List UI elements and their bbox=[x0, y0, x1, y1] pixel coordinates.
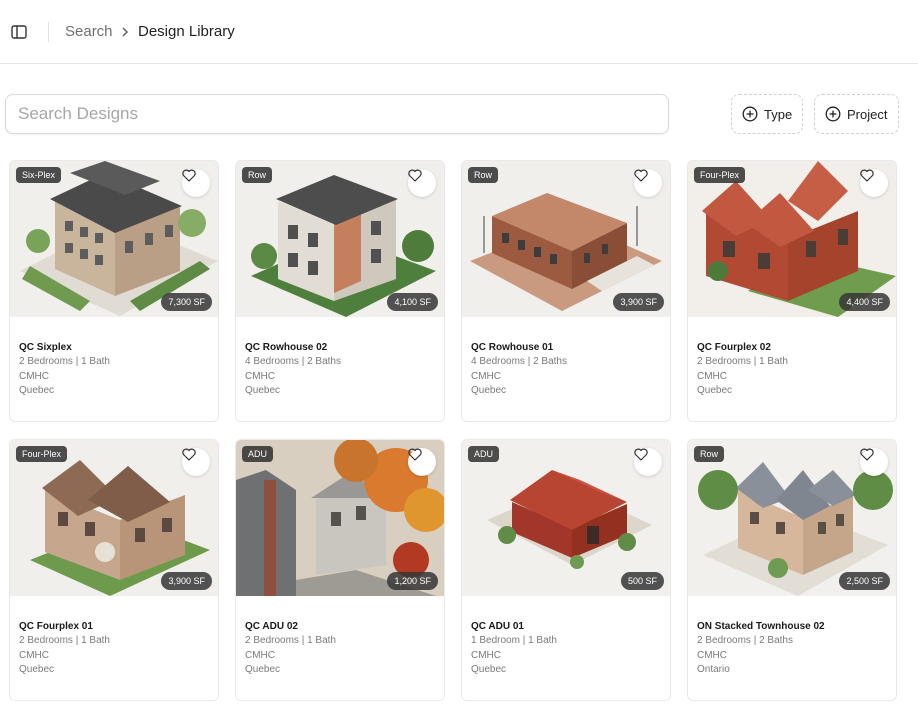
design-program: CMHC bbox=[471, 649, 501, 661]
design-program: CMHC bbox=[245, 649, 275, 661]
favorite-button[interactable] bbox=[860, 448, 888, 476]
design-rooms: 2 Bedrooms | 1 Bath bbox=[19, 635, 110, 646]
design-title: ON Stacked Townhouse 02 bbox=[697, 621, 825, 632]
design-rendering: Row 4,100 SF bbox=[236, 161, 444, 317]
design-card[interactable]: Row 3,900 SF QC Rowhouse 01 4 Bedrooms |… bbox=[461, 160, 671, 422]
design-program: CMHC bbox=[471, 370, 501, 382]
type-badge: Row bbox=[694, 446, 725, 462]
heart-icon bbox=[860, 448, 874, 461]
heart-icon bbox=[182, 169, 196, 182]
design-card[interactable]: Six-Plex 7,300 SF QC Sixplex 2 Bedrooms … bbox=[9, 160, 219, 422]
favorite-button[interactable] bbox=[860, 169, 888, 197]
type-filter-label: Type bbox=[764, 106, 793, 122]
favorite-button[interactable] bbox=[634, 448, 662, 476]
type-filter-button[interactable]: Type bbox=[731, 94, 803, 134]
favorite-button[interactable] bbox=[408, 448, 436, 476]
type-badge: ADU bbox=[468, 446, 500, 462]
design-card[interactable]: ADU 1,200 SF QC ADU 02 2 Bedrooms | 1 Ba… bbox=[235, 439, 445, 701]
design-rendering: Four-Plex 4,400 SF bbox=[688, 161, 896, 317]
top-bar: Search Design Library bbox=[0, 0, 918, 64]
design-rooms: 2 Bedrooms | 1 Bath bbox=[19, 356, 110, 367]
type-badge: Row bbox=[242, 167, 273, 183]
design-card[interactable]: Row 2,500 SF ON Stacked Townhouse 02 2 B… bbox=[687, 439, 897, 701]
type-badge: Four-Plex bbox=[16, 446, 68, 462]
plus-circle-icon bbox=[825, 106, 841, 122]
area-badge: 2,500 SF bbox=[839, 572, 890, 590]
area-badge: 4,400 SF bbox=[839, 293, 890, 311]
favorite-button[interactable] bbox=[182, 448, 210, 476]
design-rooms: 2 Bedrooms | 1 Bath bbox=[697, 356, 788, 367]
area-badge: 4,100 SF bbox=[387, 293, 438, 311]
area-badge: 500 SF bbox=[620, 572, 664, 590]
design-title: QC ADU 02 bbox=[245, 621, 298, 632]
heart-icon bbox=[182, 448, 196, 461]
design-card[interactable]: ADU 500 SF QC ADU 01 1 Bedroom | 1 Bath … bbox=[461, 439, 671, 701]
design-title: QC Rowhouse 02 bbox=[245, 342, 328, 353]
breadcrumb-search-link[interactable]: Search bbox=[65, 22, 113, 42]
heart-icon bbox=[634, 169, 648, 182]
heart-icon bbox=[408, 448, 422, 461]
heart-icon bbox=[408, 169, 422, 182]
design-rendering: ADU 1,200 SF bbox=[236, 440, 444, 596]
heart-icon bbox=[634, 448, 648, 461]
design-program: CMHC bbox=[19, 649, 49, 661]
design-title: QC Fourplex 02 bbox=[697, 342, 771, 353]
design-region: Quebec bbox=[19, 664, 55, 676]
design-rooms: 1 Bedroom | 1 Bath bbox=[471, 635, 557, 646]
type-badge: Four-Plex bbox=[694, 167, 746, 183]
design-rooms: 4 Bedrooms | 2 Baths bbox=[245, 356, 341, 367]
design-region: Quebec bbox=[245, 385, 281, 397]
favorite-button[interactable] bbox=[408, 169, 436, 197]
breadcrumb-current-page: Design Library bbox=[138, 23, 235, 40]
plus-circle-icon bbox=[742, 106, 758, 122]
design-program: CMHC bbox=[697, 649, 727, 661]
type-badge: Row bbox=[468, 167, 499, 183]
topbar-divider bbox=[48, 22, 49, 42]
area-badge: 7,300 SF bbox=[161, 293, 212, 311]
search-input[interactable] bbox=[5, 94, 669, 134]
design-card[interactable]: Row 4,100 SF QC Rowhouse 02 4 Bedrooms |… bbox=[235, 160, 445, 422]
design-region: Quebec bbox=[245, 664, 281, 676]
design-region: Quebec bbox=[471, 664, 507, 676]
design-card[interactable]: Four-Plex 4,400 SF QC Fourplex 02 2 Bedr… bbox=[687, 160, 897, 422]
area-badge: 3,900 SF bbox=[161, 572, 212, 590]
type-badge: ADU bbox=[242, 446, 274, 462]
sidebar-toggle-icon[interactable] bbox=[10, 23, 28, 41]
design-rendering: ADU 500 SF bbox=[462, 440, 670, 596]
chevron-right-icon bbox=[122, 27, 128, 37]
design-rooms: 4 Bedrooms | 2 Baths bbox=[471, 356, 567, 367]
design-program: CMHC bbox=[697, 370, 727, 382]
design-rendering: Row 2,500 SF bbox=[688, 440, 896, 596]
heart-icon bbox=[860, 169, 874, 182]
design-rendering: Four-Plex 3,900 SF bbox=[10, 440, 218, 596]
area-badge: 3,900 SF bbox=[613, 293, 664, 311]
design-region: Ontario bbox=[697, 664, 730, 676]
design-rooms: 2 Bedrooms | 2 Baths bbox=[697, 635, 793, 646]
design-region: Quebec bbox=[697, 385, 733, 397]
type-badge: Six-Plex bbox=[16, 167, 62, 183]
design-region: Quebec bbox=[471, 385, 507, 397]
design-title: QC Rowhouse 01 bbox=[471, 342, 554, 353]
design-rendering: Six-Plex 7,300 SF bbox=[10, 161, 218, 317]
design-rooms: 2 Bedrooms | 1 Bath bbox=[245, 635, 336, 646]
favorite-button[interactable] bbox=[182, 169, 210, 197]
design-title: QC ADU 01 bbox=[471, 621, 524, 632]
area-badge: 1,200 SF bbox=[387, 572, 438, 590]
design-title: QC Sixplex bbox=[19, 342, 72, 353]
design-program: CMHC bbox=[245, 370, 275, 382]
design-card[interactable]: Four-Plex 3,900 SF QC Fourplex 01 2 Bedr… bbox=[9, 439, 219, 701]
project-filter-button[interactable]: Project bbox=[814, 94, 899, 134]
favorite-button[interactable] bbox=[634, 169, 662, 197]
design-rendering: Row 3,900 SF bbox=[462, 161, 670, 317]
design-region: Quebec bbox=[19, 385, 55, 397]
design-program: CMHC bbox=[19, 370, 49, 382]
project-filter-label: Project bbox=[847, 106, 888, 122]
design-title: QC Fourplex 01 bbox=[19, 621, 93, 632]
